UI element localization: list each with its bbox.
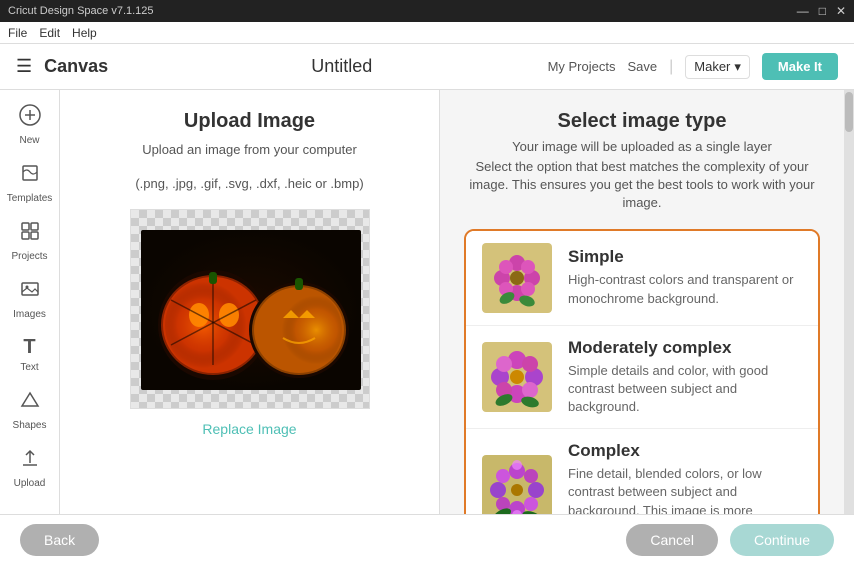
bottom-bar: Back Cancel Continue <box>0 514 854 564</box>
option-moderate-thumbnail <box>482 342 552 412</box>
upload-desc2: (.png, .jpg, .gif, .svg, .dxf, .heic or … <box>135 175 363 193</box>
window-controls: — □ ✕ <box>797 4 846 18</box>
menu-edit[interactable]: Edit <box>39 26 60 40</box>
sidebar-item-images-label: Images <box>13 309 46 320</box>
canvas-label: Canvas <box>44 56 108 77</box>
sidebar-item-shapes-label: Shapes <box>13 420 47 431</box>
scrollbar[interactable] <box>844 90 854 564</box>
sidebar-item-upload[interactable]: Upload <box>0 441 59 495</box>
upload-title: Upload Image <box>184 110 315 133</box>
option-moderate[interactable]: Moderately complex Simple details and co… <box>466 326 818 430</box>
header-divider: | <box>669 58 673 76</box>
sidebar-item-images[interactable]: Images <box>0 272 59 326</box>
header-center: Untitled <box>136 56 548 77</box>
app-header: ☰ Canvas Untitled My Projects Save | Mak… <box>0 44 854 90</box>
option-simple[interactable]: Simple High-contrast colors and transpar… <box>466 231 818 326</box>
upload-section: Upload Image Upload an image from your c… <box>60 90 440 564</box>
sidebar-item-upload-label: Upload <box>14 478 46 489</box>
maker-dropdown[interactable]: Maker ▾ <box>685 55 750 79</box>
option-complex-name: Complex <box>568 441 802 461</box>
sidebar-item-text[interactable]: T Text <box>0 330 59 379</box>
sidebar: New Templates Projects Images T Text <box>0 90 60 564</box>
scrollbar-thumb[interactable] <box>845 92 853 132</box>
app-title: Cricut Design Space v7.1.125 <box>8 5 154 17</box>
sidebar-item-new-label: New <box>19 135 39 146</box>
option-simple-name: Simple <box>568 247 802 267</box>
option-simple-thumbnail <box>482 243 552 313</box>
text-icon: T <box>23 336 35 359</box>
sidebar-item-templates-label: Templates <box>7 193 53 204</box>
header-right: My Projects Save | Maker ▾ Make It <box>548 53 838 80</box>
close-button[interactable]: ✕ <box>836 4 846 18</box>
image-preview <box>130 209 370 409</box>
back-button[interactable]: Back <box>20 524 99 556</box>
sidebar-item-new[interactable]: New <box>0 98 59 152</box>
main-content: Upload Image Upload an image from your c… <box>60 90 854 564</box>
images-icon <box>19 278 41 306</box>
sidebar-item-projects[interactable]: Projects <box>0 214 59 268</box>
select-title: Select image type <box>464 110 820 133</box>
select-subtitle: Your image will be uploaded as a single … <box>464 139 820 154</box>
uploaded-image <box>141 230 361 390</box>
option-moderate-text: Moderately complex Simple details and co… <box>568 338 802 417</box>
bottom-right-buttons: Cancel Continue <box>626 524 834 556</box>
my-projects-button[interactable]: My Projects <box>548 59 616 74</box>
make-it-button[interactable]: Make It <box>762 53 838 80</box>
minimize-button[interactable]: — <box>797 4 809 18</box>
sidebar-item-text-label: Text <box>20 362 38 373</box>
title-bar: Cricut Design Space v7.1.125 — □ ✕ <box>0 0 854 22</box>
option-simple-text: Simple High-contrast colors and transpar… <box>568 247 802 307</box>
menu-bar: File Edit Help <box>0 22 854 44</box>
sidebar-item-shapes[interactable]: Shapes <box>0 383 59 437</box>
menu-help[interactable]: Help <box>72 26 97 40</box>
option-simple-desc: High-contrast colors and transparent or … <box>568 271 802 307</box>
hamburger-menu-icon[interactable]: ☰ <box>16 56 32 77</box>
menu-file[interactable]: File <box>8 26 27 40</box>
projects-icon <box>19 220 41 248</box>
sidebar-item-templates[interactable]: Templates <box>0 156 59 210</box>
chevron-down-icon: ▾ <box>734 59 741 75</box>
select-section: Select image type Your image will be upl… <box>440 90 844 564</box>
save-button[interactable]: Save <box>627 59 657 74</box>
continue-button[interactable]: Continue <box>730 524 834 556</box>
image-type-options: Simple High-contrast colors and transpar… <box>464 229 820 544</box>
upload-icon <box>19 447 41 475</box>
header-left: ☰ Canvas <box>16 56 136 77</box>
option-moderate-name: Moderately complex <box>568 338 802 358</box>
cancel-button[interactable]: Cancel <box>626 524 718 556</box>
replace-image-button[interactable]: Replace Image <box>202 421 296 437</box>
upload-desc1: Upload an image from your computer <box>142 141 357 159</box>
templates-icon <box>19 162 41 190</box>
sidebar-item-projects-label: Projects <box>11 251 47 262</box>
select-desc: Select the option that best matches the … <box>464 158 820 213</box>
maker-label: Maker <box>694 59 730 74</box>
app-body: New Templates Projects Images T Text <box>0 90 854 564</box>
new-icon <box>19 104 41 132</box>
option-moderate-desc: Simple details and color, with good cont… <box>568 362 802 417</box>
document-title: Untitled <box>311 56 372 76</box>
maximize-button[interactable]: □ <box>819 4 826 18</box>
shapes-icon <box>19 389 41 417</box>
